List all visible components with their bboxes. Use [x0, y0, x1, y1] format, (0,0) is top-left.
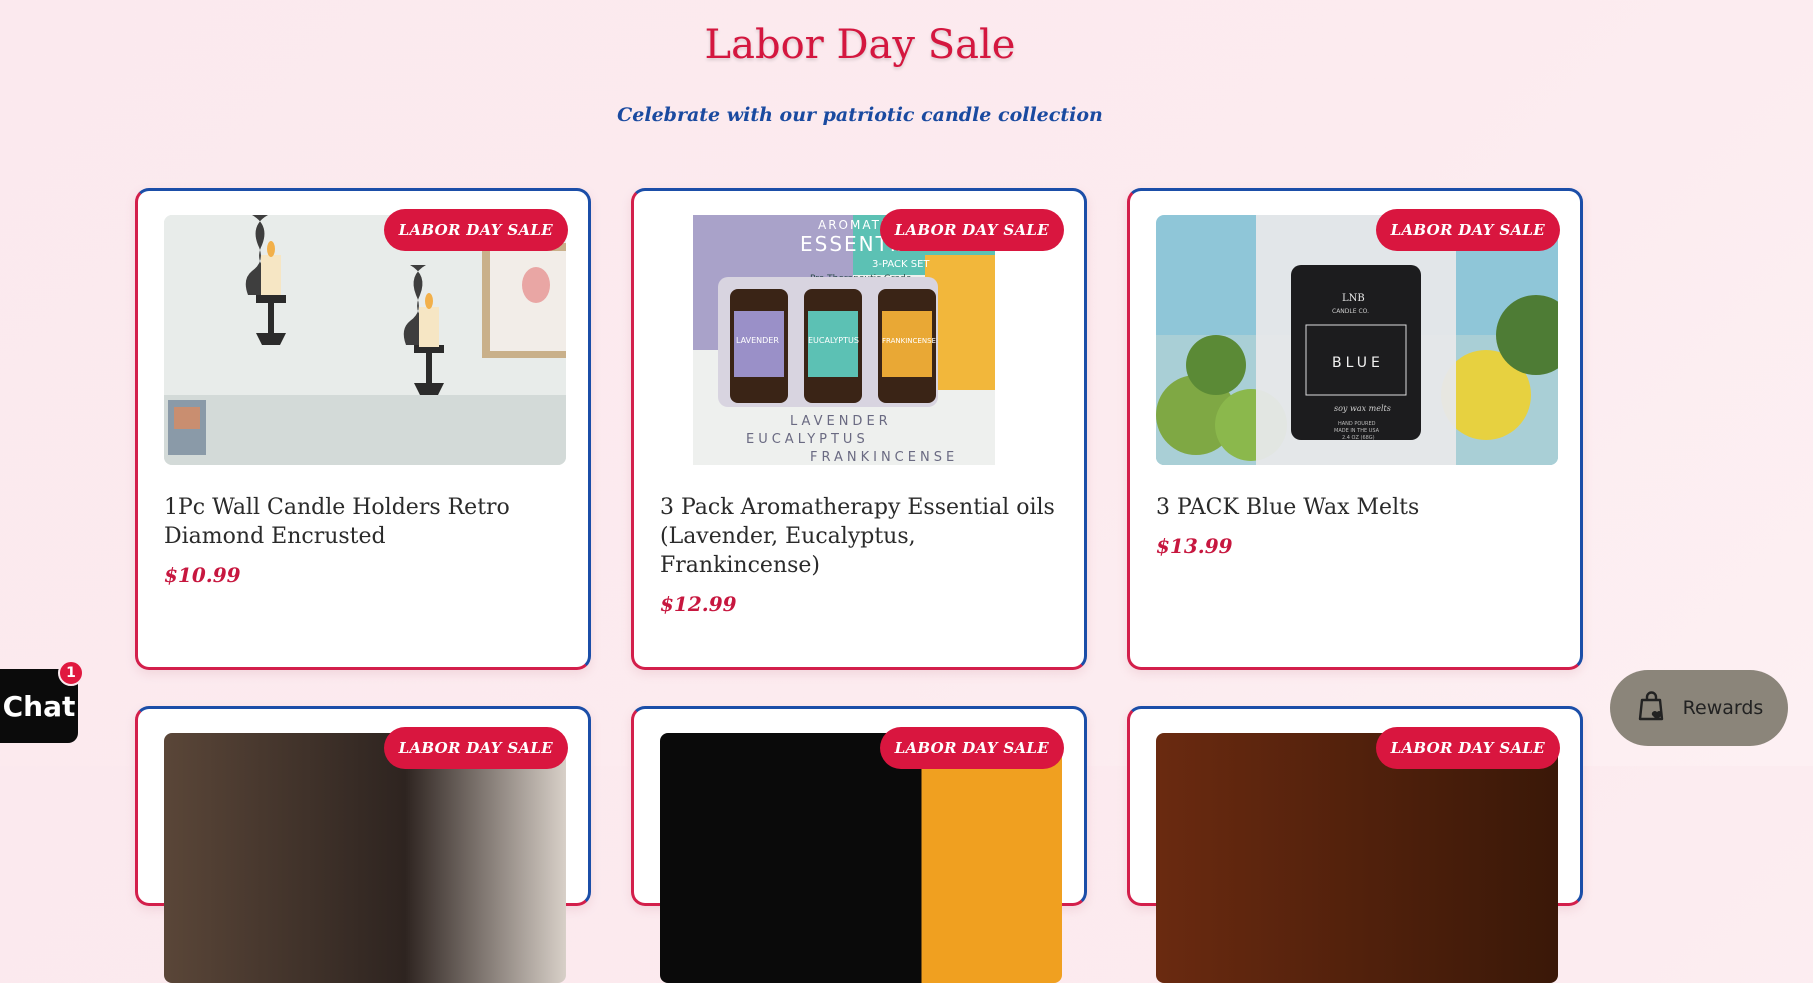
wax-footer-2: MADE IN THE USA	[1334, 428, 1380, 434]
sale-badge: LABOR DAY SALE	[1375, 727, 1560, 769]
bottle-label-frankincense: FRANKINCENSE	[882, 337, 936, 345]
sale-badge: LABOR DAY SALE	[879, 727, 1064, 769]
bottle-label-eucalyptus: EUCALYPTUS	[808, 336, 859, 345]
sale-badge: LABOR DAY SALE	[383, 209, 568, 251]
product-name[interactable]: 3 Pack Aromatherapy Essential oils (Lave…	[660, 493, 1060, 580]
product-card[interactable]: LABOR DAY SALE 1Pc Wall Candle Holders R…	[135, 188, 591, 670]
product-image[interactable]	[1156, 733, 1558, 983]
product-price: $10.99	[164, 563, 241, 587]
chat-label: Chat	[2, 689, 76, 723]
product-card[interactable]: LNB CANDLE CO. BLUE soy wax melts HAND P…	[1127, 188, 1583, 670]
product-card[interactable]: LABOR DAY SALE	[135, 706, 591, 983]
wax-scent: BLUE	[1332, 355, 1384, 371]
product-price: $12.99	[660, 592, 737, 616]
rewards-button[interactable]: Rewards	[1610, 670, 1788, 746]
wax-script: soy wax melts	[1334, 404, 1391, 413]
wax-footer-3: 2.4 OZ (68G)	[1342, 435, 1375, 441]
product-card[interactable]: AROMATHER ESSENTIAL 3-PACK SET Pre Thera…	[631, 188, 1087, 670]
page-title: Labor Day Sale	[704, 22, 1016, 68]
wax-footer-1: HAND POURED	[1338, 421, 1376, 427]
page-subtitle: Celebrate with our patriotic candle coll…	[617, 104, 1103, 126]
product-image[interactable]	[660, 733, 1062, 983]
bottle-label-lavender: LAVENDER	[736, 336, 779, 345]
oils-pack: 3-PACK SET	[872, 259, 930, 270]
sale-badge: LABOR DAY SALE	[879, 209, 1064, 251]
product-price: $13.99	[1156, 534, 1233, 558]
sale-badge: LABOR DAY SALE	[383, 727, 568, 769]
oils-bottom-line-1: LAVENDER	[790, 414, 892, 429]
chat-notification-badge: 1	[58, 660, 84, 686]
product-card[interactable]: LABOR DAY SALE	[1127, 706, 1583, 983]
product-image-candle-holders[interactable]	[164, 215, 566, 465]
sale-badge: LABOR DAY SALE	[1375, 209, 1560, 251]
wax-company: CANDLE CO.	[1332, 308, 1369, 315]
product-name[interactable]: 1Pc Wall Candle Holders Retro Diamond En…	[164, 493, 564, 551]
oils-bottom-line-2: EUCALYPTUS	[746, 432, 869, 447]
rewards-label: Rewards	[1682, 697, 1764, 719]
wax-brand: LNB	[1342, 293, 1365, 304]
oils-bottom-line-3: FRANKINCENSE	[810, 450, 958, 465]
product-image[interactable]	[164, 733, 566, 983]
product-image-wax-melts[interactable]: LNB CANDLE CO. BLUE soy wax melts HAND P…	[1156, 215, 1558, 465]
product-card[interactable]: LABOR DAY SALE	[631, 706, 1087, 983]
product-name[interactable]: 3 PACK Blue Wax Melts	[1156, 493, 1556, 522]
shopping-bag-heart-icon	[1635, 689, 1669, 728]
product-image-essential-oils[interactable]: AROMATHER ESSENTIAL 3-PACK SET Pre Thera…	[660, 215, 1062, 465]
